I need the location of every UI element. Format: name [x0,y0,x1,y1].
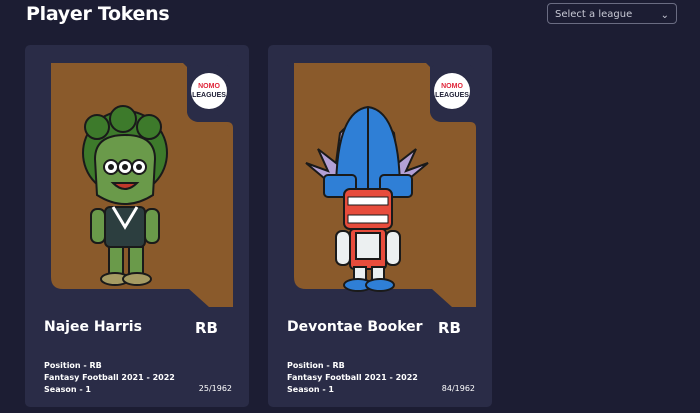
serial-number: 25/1962 [198,384,232,393]
season-line: Season - 1 [44,385,91,394]
chevron-down-icon: ⌄ [660,10,669,21]
player-token-card[interactable]: NOMO LEAGUES [268,45,492,407]
nomo-leagues-badge: NOMO LEAGUES [187,65,231,117]
league-line: Fantasy Football 2021 - 2022 [287,373,418,382]
position-line: Position - RB [44,361,102,370]
nomo-leagues-badge: NOMO LEAGUES [430,65,474,117]
token-artwork: NOMO LEAGUES [284,63,476,307]
player-name: Najee Harris [44,319,142,335]
serial-number: 84/1962 [441,384,475,393]
position-line: Position - RB [287,361,345,370]
season-line: Season - 1 [287,385,334,394]
page-title: Player Tokens [26,3,170,25]
league-select[interactable]: Select a league ⌄ [547,3,677,24]
badge-text-nomo: NOMO [441,83,463,90]
league-select-placeholder: Select a league [555,9,633,20]
token-artwork: NOMO LEAGUES [41,63,233,307]
badge-text-nomo: NOMO [198,83,220,90]
token-details: Position - RB Fantasy Football 2021 - 20… [287,360,418,396]
position-badge: RB [438,319,461,337]
token-details: Position - RB Fantasy Football 2021 - 20… [44,360,175,396]
player-name: Devontae Booker [287,319,423,335]
player-token-card[interactable]: NOMO LEAGUES [25,45,249,407]
badge-text-leagues: LEAGUES [192,92,226,99]
position-badge: RB [195,319,218,337]
badge-text-leagues: LEAGUES [435,92,469,99]
league-line: Fantasy Football 2021 - 2022 [44,373,175,382]
